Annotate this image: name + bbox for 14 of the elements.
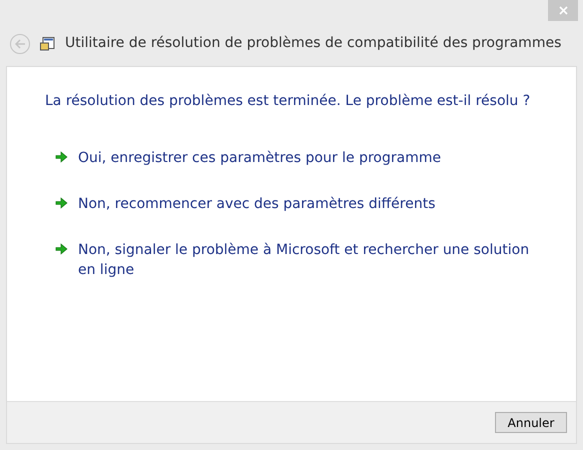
close-icon [558, 6, 568, 15]
arrow-icon [55, 197, 68, 209]
option-link[interactable]: Non, signaler le problème à Microsoft et rechercher une solution en ligne [45, 240, 556, 280]
program-icon [40, 36, 55, 50]
back-arrow-icon [14, 38, 26, 48]
arrow-icon [55, 243, 68, 255]
option-link[interactable]: Non, recommencer avec des paramètres différents [45, 194, 556, 214]
back-button[interactable] [10, 34, 30, 54]
option-link[interactable]: Oui, enregistrer ces paramètres pour le programme [45, 148, 556, 168]
cancel-button[interactable]: Annuler [495, 412, 567, 433]
window-title: Utilitaire de résolution de problèmes de compatibilité des programmes [65, 34, 562, 53]
arrow-icon [55, 151, 68, 163]
close-button[interactable] [548, 0, 578, 21]
heading: La résolution des problèmes est terminée. Le problème est-il résolu ? [45, 92, 532, 111]
